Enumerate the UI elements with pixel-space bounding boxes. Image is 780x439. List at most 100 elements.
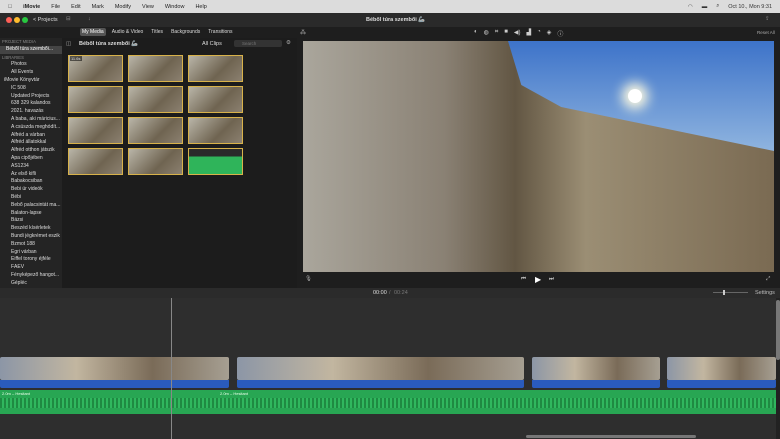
sidebar-item-event[interactable]: A csúszda meghódít...	[0, 124, 62, 132]
skip-forward-icon[interactable]: ⏭	[549, 276, 554, 283]
menu-modify[interactable]: Modify	[115, 4, 131, 10]
minimize-button[interactable]	[14, 17, 20, 23]
sidebar-item-event[interactable]: Balaton-lapse	[0, 210, 62, 218]
timeline[interactable]: 2.0m – Hesitant 2.0m – Hesitant	[0, 298, 776, 439]
sidebar-item-event[interactable]: 638 329 kalandos	[0, 100, 62, 108]
media-thumbnail[interactable]	[188, 148, 243, 175]
media-thumbnail[interactable]	[128, 55, 183, 82]
stabilization-icon[interactable]: ■	[504, 29, 508, 38]
video-clip[interactable]	[667, 357, 776, 380]
sidebar-item-event[interactable]: Updated Projects	[0, 93, 62, 101]
sidebar-toggle-icon[interactable]: ◫	[66, 41, 71, 47]
sidebar-item-event[interactable]: Az első kifli	[0, 171, 62, 179]
sidebar-item-event[interactable]: Beszéd kísérletek	[0, 225, 62, 233]
sidebar-item-event[interactable]: IC 508	[0, 85, 62, 93]
sidebar-item-event[interactable]: Bébi	[0, 194, 62, 202]
sidebar-item-all-events[interactable]: All Events	[0, 69, 62, 77]
sidebar-item-event[interactable]: Alfréd a várban	[0, 132, 62, 140]
skip-back-icon[interactable]: ⏮	[521, 276, 526, 283]
tab-titles[interactable]: Titles	[149, 28, 165, 36]
color-balance-icon[interactable]: ◐	[474, 29, 478, 38]
menu-view[interactable]: View	[142, 4, 154, 10]
wifi-icon[interactable]: ◠	[688, 4, 693, 10]
tab-transitions[interactable]: Transitions	[206, 28, 234, 36]
color-correction-icon[interactable]: ◍	[484, 29, 489, 38]
sidebar-item-event[interactable]: AS1234	[0, 163, 62, 171]
media-thumbnail[interactable]	[68, 86, 123, 113]
menu-help[interactable]: Help	[195, 4, 206, 10]
video-clip[interactable]	[237, 357, 524, 380]
media-thumbnail[interactable]	[68, 148, 123, 175]
menu-app[interactable]: iMovie	[23, 4, 40, 10]
sidebar-item-project[interactable]: Béből túra szembői...	[0, 45, 62, 54]
microphone-icon[interactable]: 🎙	[305, 276, 312, 282]
menu-file[interactable]: File	[51, 4, 60, 10]
sidebar-item-event[interactable]: Bundi jégkrémet eszik	[0, 233, 62, 241]
search-icon[interactable]: ⌕	[716, 3, 719, 10]
sidebar-item-event[interactable]: Fényképező hangot...	[0, 272, 62, 280]
sidebar-item-event[interactable]: Gépléc	[0, 280, 62, 288]
tab-my-media[interactable]: My Media	[80, 28, 106, 36]
tab-audio-video[interactable]: Audio & Video	[110, 28, 146, 36]
media-thumbnail[interactable]	[128, 86, 183, 113]
media-thumbnail[interactable]	[188, 117, 243, 144]
menu-edit[interactable]: Edit	[71, 4, 80, 10]
apple-menu[interactable]: 	[8, 4, 12, 10]
clock[interactable]: Oct 10., Mon 9:31	[728, 4, 772, 10]
sidebar-item-event[interactable]: Babakocsiban	[0, 178, 62, 186]
clip-audio	[0, 380, 229, 388]
search-input[interactable]	[234, 40, 282, 47]
menu-mark[interactable]: Mark	[92, 4, 104, 10]
settings-button[interactable]: Settings	[755, 290, 775, 296]
media-thumbnail[interactable]	[188, 86, 243, 113]
media-thumbnail[interactable]	[128, 148, 183, 175]
music-track[interactable]: 2.0m – Hesitant 2.0m – Hesitant	[0, 390, 776, 414]
crop-icon[interactable]: ⌗	[495, 29, 498, 38]
media-thumbnail[interactable]	[188, 55, 243, 82]
sidebar-item-event[interactable]: Apa cipőjében	[0, 155, 62, 163]
tab-backgrounds[interactable]: Backgrounds	[169, 28, 202, 36]
horizontal-scrollbar[interactable]	[526, 435, 696, 438]
sidebar-item-event[interactable]: Bzmot 188	[0, 241, 62, 249]
playhead[interactable]	[171, 298, 172, 439]
media-thumbnail[interactable]	[128, 117, 183, 144]
projects-button[interactable]: < Projects	[33, 17, 58, 23]
import-icon[interactable]: ↓	[88, 16, 91, 22]
sidebar-item-library[interactable]: iMovie Könyvtár	[0, 77, 62, 85]
sidebar-item-event[interactable]: Bebi ür videók	[0, 186, 62, 194]
sidebar-item-event[interactable]: Bebő palacsintát ma...	[0, 202, 62, 210]
sidebar-item-event[interactable]: Egri várban	[0, 249, 62, 257]
sidebar-item-event[interactable]: Eiffel torony éjféle	[0, 256, 62, 264]
volume-icon[interactable]: ◀)	[514, 29, 521, 38]
sidebar-item-event[interactable]: FÁEV	[0, 264, 62, 272]
sidebar-item-photos[interactable]: Photos	[0, 61, 62, 69]
libraries-header: LIBRARIES	[2, 54, 24, 60]
info-icon[interactable]: ⓘ	[557, 29, 563, 38]
sidebar-item-event[interactable]: Alfréd otthon játszik	[0, 147, 62, 155]
play-button[interactable]: ▶	[535, 275, 541, 284]
zoom-button[interactable]	[22, 17, 28, 23]
sidebar-item-event[interactable]: A baba, aki máricius...	[0, 116, 62, 124]
speed-icon[interactable]: ◔	[537, 29, 541, 38]
zoom-slider[interactable]	[713, 290, 748, 295]
sidebar-item-event[interactable]: Bázsi	[0, 217, 62, 225]
settings-icon[interactable]: ⚙	[286, 40, 291, 46]
filter-icon[interactable]: ◈	[547, 29, 552, 38]
sidebar-item-event[interactable]: Alfréd állatokkal	[0, 139, 62, 147]
layout-icon[interactable]: ⊟	[66, 16, 71, 22]
media-thumbnail[interactable]	[68, 117, 123, 144]
sidebar-item-event[interactable]: 2021. havazás	[0, 108, 62, 116]
close-button[interactable]	[6, 17, 12, 23]
video-clip[interactable]	[532, 357, 660, 380]
equalizer-icon[interactable]: ▟	[527, 29, 532, 38]
battery-icon[interactable]: ▬	[702, 4, 708, 10]
vertical-scrollbar[interactable]	[776, 298, 780, 439]
reset-all-button[interactable]: Reset All	[757, 30, 775, 35]
video-clip[interactable]	[0, 357, 229, 380]
magic-wand-icon[interactable]: ⁂	[300, 29, 306, 36]
fullscreen-icon[interactable]: ⤢	[766, 276, 770, 283]
share-icon[interactable]: ⇪	[765, 16, 770, 22]
media-tabs: My Media Audio & Video Titles Background…	[80, 28, 235, 36]
clips-filter-dropdown[interactable]: All Clips	[202, 41, 222, 47]
menu-window[interactable]: Window	[165, 4, 185, 10]
